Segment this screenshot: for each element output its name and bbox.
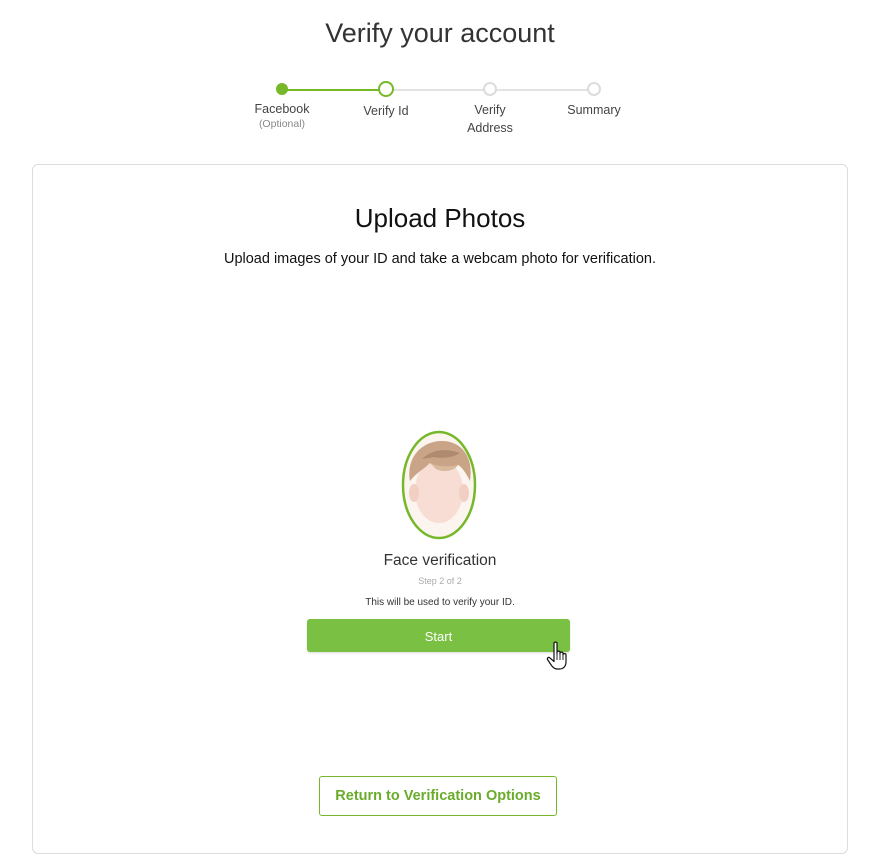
face-verification-note: This will be used to verify your ID. (365, 597, 515, 608)
progress-stepper: Facebook (Optional) Verify Id Verify Add… (230, 80, 650, 150)
step-label: Summary (567, 103, 621, 117)
step-label: Verify Address (467, 103, 513, 135)
hand-pointer-icon (546, 641, 570, 671)
step-sublabel: (Optional) (258, 118, 306, 130)
step-facebook: Facebook (Optional) (230, 80, 334, 130)
step-pending-dot (587, 82, 601, 96)
card-title: Upload Photos (354, 203, 526, 233)
step-verify-id: Verify Id (334, 80, 438, 120)
step-current-dot (378, 81, 394, 97)
step-complete-dot (276, 83, 288, 95)
page-title: Verify your account (325, 18, 555, 48)
step-indicator: Step 2 of 2 (418, 576, 462, 586)
step-summary: Summary (542, 80, 646, 119)
step-label: Facebook (254, 102, 310, 116)
card-description: Upload images of your ID and take a webc… (223, 251, 656, 267)
step-pending-dot (483, 82, 497, 96)
start-button[interactable]: Start (307, 619, 570, 652)
face-avatar-icon (400, 429, 478, 541)
step-verify-address: Verify Address (438, 80, 542, 137)
step-label: Verify Id (363, 104, 409, 118)
upload-photos-card: Upload Photos Upload images of your ID a… (32, 164, 848, 854)
verify-account-page: Verify your account Facebook (Optional) … (0, 0, 880, 868)
return-to-verification-options-button[interactable]: Return to Verification Options (319, 776, 557, 816)
face-verification-title: Face verification (383, 552, 497, 569)
